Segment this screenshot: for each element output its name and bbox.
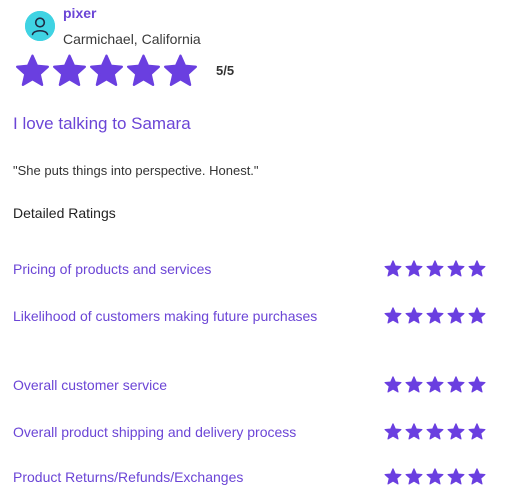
rating-label: Likelihood of customers making future pu… [13,308,318,324]
rating-stars [384,307,486,324]
star-icon [447,307,465,324]
star-icon [426,376,444,393]
rating-label: Product Returns/Refunds/Exchanges [13,469,244,485]
star-icon [405,468,423,485]
star-icon [447,468,465,485]
detailed-ratings-heading: Detailed Ratings [13,205,116,221]
star-icon [405,376,423,393]
rating-label: Pricing of products and services [13,261,212,277]
star-icon [468,423,486,440]
review-title: I love talking to Samara [13,114,191,133]
star-icon [426,307,444,324]
star-icon [447,423,465,440]
star-icon [468,376,486,393]
rating-stars [384,423,486,440]
rating-label: Overall customer service [13,377,168,393]
star-icon [426,423,444,440]
star-icon [384,468,402,485]
star-icon [15,54,50,87]
star-icon [384,307,402,324]
overall-star-rating [15,54,198,87]
star-icon [405,260,423,277]
star-icon [426,260,444,277]
star-icon [405,307,423,324]
star-icon [384,423,402,440]
review-card: pixer Carmichael, California 5/5 I love … [0,0,517,493]
star-icon [447,376,465,393]
rating-stars [384,468,486,485]
rating-stars [384,260,486,277]
star-icon [89,54,124,87]
star-icon [384,376,402,393]
star-icon [468,468,486,485]
star-icon [468,307,486,324]
star-icon [52,54,87,87]
star-icon [426,468,444,485]
reviewer-name[interactable]: pixer [63,5,96,21]
rating-stars [384,376,486,393]
user-icon [25,11,55,41]
star-icon [447,260,465,277]
overall-score: 5/5 [216,63,235,78]
review-quote: "She puts things into perspective. Hones… [13,163,259,178]
star-icon [126,54,161,87]
star-icon [163,54,198,87]
star-icon [384,260,402,277]
star-icon [468,260,486,277]
star-icon [405,423,423,440]
reviewer-location: Carmichael, California [63,31,201,47]
rating-label: Overall product shipping and delivery pr… [13,424,297,440]
